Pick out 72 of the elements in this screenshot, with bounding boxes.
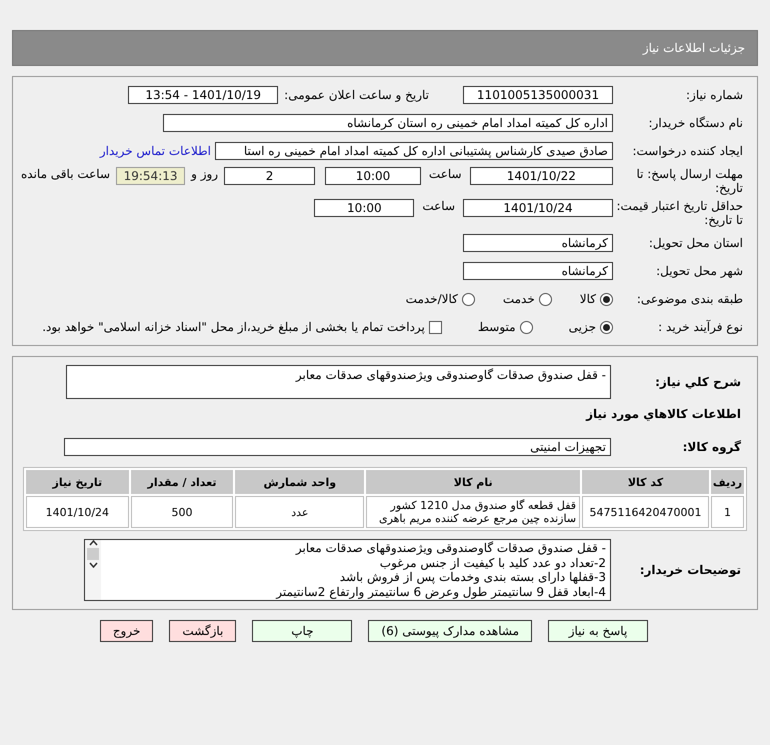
notes-line: 3-قفلها دارای بسته بندی وخدمات پس از فروش باشد xyxy=(338,570,606,584)
section-title: اطلاعات كالاهاي مورد نياز xyxy=(584,407,742,421)
table-cell: 1401/10/24 xyxy=(26,496,129,528)
column-header: ردیف xyxy=(710,470,744,494)
summary-field[interactable]: - قفل صندوق صدقات گاوصندوقی ویژصندوقهای صدقات معابر xyxy=(66,365,611,399)
scroll-up-icon[interactable] xyxy=(88,540,98,546)
checkbox-label: پرداخت تمام یا بخشی از مبلغ خرید،از محل "اسناد خزانه اسلامی" خواهد بود. xyxy=(42,320,425,334)
scroll-down-icon[interactable] xyxy=(88,562,98,568)
option-label: جزیی xyxy=(568,320,596,334)
column-header: تعداد / مقدار xyxy=(130,470,234,494)
scrollbar-thumb[interactable] xyxy=(87,548,99,560)
field-label: ایجاد کننده درخواست: xyxy=(631,144,744,158)
creator-field[interactable]: صادق صیدی کارشناس پشتیبانی اداره کل کمیته امداد امام خمینی ره استا xyxy=(215,142,613,160)
goods-group-field[interactable]: تجهیزات امنیتی xyxy=(64,438,611,456)
radio-button[interactable] xyxy=(600,292,613,306)
table-cell: قفل قطعه گاو صندوق مدل 1210 کشور سازنده چین مرجع عرضه کننده مریم باهری xyxy=(366,496,580,528)
radio-button[interactable] xyxy=(520,320,533,334)
scrollbar[interactable] xyxy=(85,540,101,600)
days-field[interactable]: 2 xyxy=(224,167,316,185)
remaining-time-field[interactable]: 19:54:13 xyxy=(116,167,186,185)
field-label: توضیحات خریدار: xyxy=(638,563,742,577)
field-label: ساعت xyxy=(422,199,455,213)
announce-date-field[interactable]: 1401/10/19 - 13:54 xyxy=(128,86,278,104)
table-cell: 500 xyxy=(130,496,234,528)
option-label: کالا xyxy=(580,292,596,306)
buyer-field[interactable]: اداره کل کمیته امداد امام خمینی ره استان کرمانشاه xyxy=(163,114,613,132)
notes-line: 2-تعداد دو عدد کلید با کیفیت از جنس مرغوب xyxy=(378,556,606,570)
column-header: کد کالا xyxy=(582,470,709,494)
column-header: تاریخ نیاز xyxy=(26,470,129,494)
field-label: شهر محل تحویل: xyxy=(655,264,744,278)
action-button[interactable]: بازگشت xyxy=(169,620,236,642)
page-header: جزئیات اطلاعات نیاز xyxy=(12,30,758,66)
province-field[interactable]: کرمانشاه xyxy=(463,234,613,252)
field-label: حداقل تاریخ اعتبار قیمت: تا تاریخ: xyxy=(615,199,744,227)
field-label: تاریخ و ساعت اعلان عمومی: xyxy=(284,88,429,102)
column-header: نام کالا xyxy=(366,470,580,494)
action-button[interactable]: خروج xyxy=(100,620,154,642)
action-button[interactable]: پاسخ به نیاز xyxy=(548,620,648,642)
deadline-date-field[interactable]: 1401/10/22 xyxy=(470,167,613,185)
field-label: گروه کالا: xyxy=(682,440,742,454)
radio-button[interactable] xyxy=(462,292,475,306)
validity-date-field[interactable]: 1401/10/24 xyxy=(463,199,613,217)
action-button[interactable]: چاپ xyxy=(252,620,352,642)
field-label: شرح کلي نياز: xyxy=(654,375,742,389)
contact-link[interactable]: اطلاعات تماس خریدار xyxy=(100,144,211,158)
field-label: نوع فرآیند خرید : xyxy=(657,320,744,334)
validity-time-field[interactable]: 10:00 xyxy=(314,199,414,217)
radio-button[interactable] xyxy=(600,320,613,334)
option-label: متوسط xyxy=(478,320,516,334)
option-label: خدمت xyxy=(502,292,535,306)
field-label: ساعت xyxy=(428,167,462,181)
table-cell: 1 xyxy=(710,496,744,528)
option-label: کالا/خدمت xyxy=(406,292,458,306)
field-label: استان محل تحویل: xyxy=(648,236,744,250)
radio-button[interactable] xyxy=(538,292,552,306)
table-cell: 5475116420470001 xyxy=(582,496,709,528)
notes-line: 4-ابعاد قفل 9 سانتیمتر طول وعرض 6 سانتیمتر وارتفاع 2سانتیمتر xyxy=(274,584,606,599)
notes-field[interactable] xyxy=(84,539,611,601)
field-label: ساعت باقی مانده xyxy=(20,167,110,181)
table-cell: عدد xyxy=(235,496,364,528)
field-label: روز و xyxy=(191,167,218,181)
action-button[interactable]: مشاهده مدارک پیوستی (6) xyxy=(368,620,532,642)
deadline-time-field[interactable]: 10:00 xyxy=(325,167,421,185)
field-label: طبقه بندی موضوعی: xyxy=(636,292,744,306)
field-label: شماره نیاز: xyxy=(685,88,744,102)
city-field[interactable]: کرمانشاه xyxy=(463,262,613,280)
checkbox[interactable] xyxy=(428,320,442,334)
column-header: واحد شمارش xyxy=(235,470,364,494)
need-number-field[interactable]: 1101005135000031 xyxy=(463,86,613,104)
field-label: مهلت ارسال پاسخ: تا تاریخ: xyxy=(635,167,744,195)
notes-line: - قفل صندوق صدقات گاوصندوقی ویژصندوقهای صدقات معابر xyxy=(294,541,606,556)
field-label: نام دستگاه خریدار: xyxy=(648,116,744,130)
